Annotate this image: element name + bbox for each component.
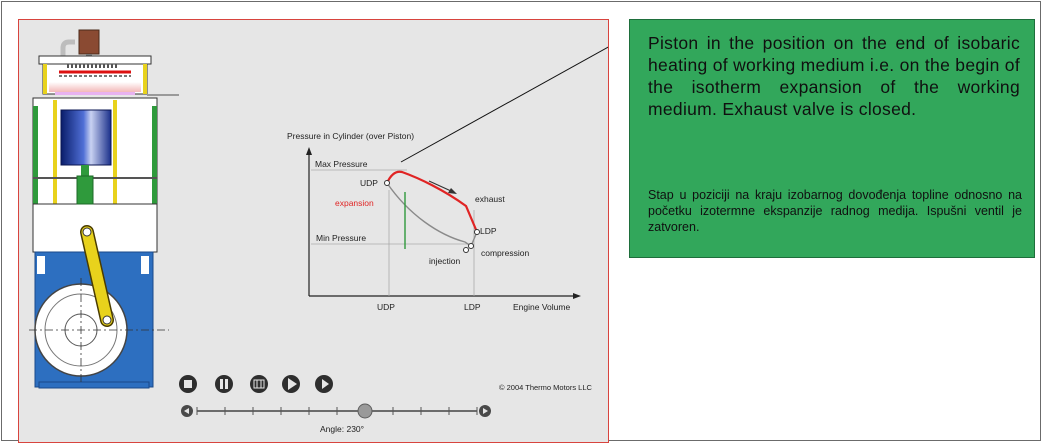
play-button[interactable] (282, 375, 300, 393)
compression-label: compression (481, 248, 529, 258)
fast-forward-button[interactable] (479, 405, 491, 417)
step-forward-button[interactable] (315, 375, 333, 393)
callout-leader-line (400, 46, 608, 163)
head-stud-right (143, 64, 147, 94)
crosshead (76, 175, 94, 205)
cylinder-head-plate (38, 55, 152, 65)
x-axis-title: Engine Volume (513, 302, 570, 312)
piston (60, 109, 112, 166)
expansion-curve (386, 170, 479, 233)
pause-button[interactable] (215, 375, 233, 393)
piston-rod-upper (81, 165, 89, 177)
info-text-croatian: Stap u poziciji na kraju izobarnog dovođ… (648, 188, 1022, 234)
state-point-injection (463, 247, 469, 253)
ldp-axis-label: LDP (464, 302, 481, 312)
udp-axis-label: UDP (377, 302, 395, 312)
y-axis-arrow (306, 147, 312, 155)
ldp-curve-label: LDP (480, 226, 497, 236)
slider-thumb[interactable] (357, 403, 373, 419)
exhaust-label: exhaust (475, 194, 505, 204)
y-axis-title: Pressure in Cylinder (over Piston) (287, 131, 414, 141)
crankcase-window-right (141, 256, 149, 274)
stop-icon (184, 380, 192, 388)
stop-button[interactable] (179, 375, 197, 393)
copyright-text: © 2004 Thermo Motors LLC (499, 383, 593, 392)
guide-rod-left (53, 100, 57, 210)
angle-slider[interactable] (196, 403, 478, 419)
expansion-label: expansion (335, 198, 374, 208)
min-pressure-label: Min Pressure (316, 233, 366, 243)
x-axis-arrow (573, 293, 581, 299)
crankcase-window-left (37, 256, 45, 274)
compression-curve (386, 182, 472, 247)
info-callout-box: Piston in the position on the end of iso… (629, 19, 1035, 258)
head-stud-left (43, 64, 47, 94)
crankcase-base (38, 381, 150, 389)
rod-pin-top (82, 227, 92, 237)
app-frame: Pressure in Cylinder (over Piston) Max P… (1, 1, 1041, 443)
info-text-english: Piston in the position on the end of iso… (648, 33, 1020, 119)
injection-label: injection (429, 256, 460, 266)
heating-zone (49, 82, 141, 92)
fuel-injector (78, 29, 100, 55)
rod-pin-bottom (102, 315, 112, 325)
state-point-udp (384, 180, 390, 186)
angle-readout: Angle: 230° (320, 424, 364, 434)
playback-controls: © 2004 Thermo Motors LLC Angle: 230° (179, 375, 593, 434)
pv-diagram: Pressure in Cylinder (over Piston) Max P… (287, 46, 608, 312)
engine-illustration (29, 29, 179, 389)
engine-simulation-panel: Pressure in Cylinder (over Piston) Max P… (18, 19, 609, 443)
simulation-canvas: Pressure in Cylinder (over Piston) Max P… (29, 29, 608, 434)
state-point-compression (468, 243, 474, 249)
udp-curve-label: UDP (360, 178, 378, 188)
cooling-jacket-left (33, 106, 38, 204)
heat-layer (55, 92, 135, 95)
max-pressure-label: Max Pressure (315, 159, 368, 169)
rewind-button[interactable] (181, 405, 193, 417)
cooling-jacket-right (152, 106, 157, 204)
state-point-ldp (474, 229, 480, 235)
guide-rod-right (113, 100, 117, 210)
step-back-button[interactable] (250, 375, 268, 393)
direction-arrow-head (448, 188, 457, 194)
